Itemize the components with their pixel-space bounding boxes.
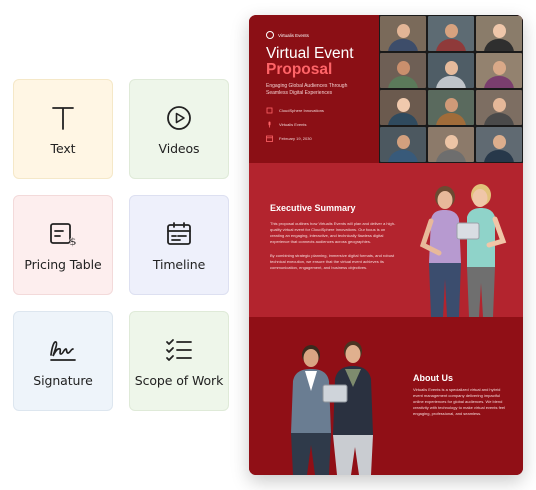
participant-head (492, 23, 506, 38)
proposal-date: February 19, 2030 (279, 136, 312, 141)
brand-name: Virtualis Events (278, 32, 309, 38)
participant-video-tile (380, 90, 426, 125)
calendar-icon (164, 219, 194, 249)
executive-summary-section: Executive Summary This proposal outlines… (249, 163, 523, 317)
participant-head (492, 97, 506, 112)
participant-video-tile (428, 127, 474, 162)
cover-section: Virtualis Events Virtual Event Proposal … (249, 15, 523, 163)
timeline-block-label: Timeline (152, 256, 206, 272)
about-us-title: About Us (413, 373, 453, 383)
participant-video-tile (380, 16, 426, 51)
participant-video-tile (476, 16, 522, 51)
participant-video-tile (476, 127, 522, 162)
participant-head (492, 134, 506, 149)
stage: Text Videos $ Pricing Table Timeline Sig… (0, 0, 536, 490)
company-name: Virtualis Events (279, 122, 307, 127)
proposal-preview: Virtualis Events Virtual Event Proposal … (249, 15, 523, 475)
participant-body (436, 39, 466, 51)
participant-body (436, 150, 466, 162)
participant-body (484, 39, 514, 51)
text-icon (48, 103, 78, 133)
client-name: CloudSphere Innovations (279, 108, 324, 113)
about-us-section: About Us Virtualis Events is a specializ… (249, 317, 523, 475)
participant-head (444, 97, 458, 112)
timeline-block-tile[interactable]: Timeline (129, 195, 229, 295)
calendar-small-icon (266, 135, 273, 142)
microphone-icon (266, 121, 273, 128)
client-info: CloudSphere Innovations (266, 107, 324, 114)
participant-video-tile (476, 53, 522, 88)
participant-body (484, 113, 514, 125)
pricing-table-block-tile[interactable]: $ Pricing Table (13, 195, 113, 295)
executive-summary-paragraph-2: By combining strategic planning, immersi… (270, 253, 395, 270)
checklist-icon (164, 335, 194, 365)
participant-video-tile (380, 127, 426, 162)
signature-block-label: Signature (33, 372, 93, 388)
text-block-label: Text (50, 140, 76, 156)
participant-head (396, 134, 410, 149)
about-us-paragraph: Virtualis Events is a specialized virtua… (413, 387, 506, 416)
scope-of-work-block-tile[interactable]: Scope of Work (129, 311, 229, 411)
participant-body (388, 39, 418, 51)
building-icon (266, 107, 273, 114)
participant-body (484, 76, 514, 88)
participant-body (388, 113, 418, 125)
pricing-table-block-label: Pricing Table (24, 256, 102, 272)
scope-of-work-block-label: Scope of Work (134, 372, 224, 388)
brand-logo-icon (266, 31, 274, 39)
two-women-tablet-photo (419, 184, 507, 317)
executive-summary-paragraph-1: This proposal outlines how Virtualis Eve… (270, 221, 396, 244)
cover-text-area: Virtualis Events Virtual Event Proposal … (249, 15, 379, 163)
text-block-tile[interactable]: Text (13, 79, 113, 179)
participant-head (444, 23, 458, 38)
participant-video-tile (428, 53, 474, 88)
company-info: Virtualis Events (266, 121, 307, 128)
participant-head (396, 23, 410, 38)
participant-body (388, 76, 418, 88)
participant-head (396, 60, 410, 75)
executive-summary-title: Executive Summary (270, 203, 356, 213)
signature-block-tile[interactable]: Signature (13, 311, 113, 411)
participant-video-tile (428, 16, 474, 51)
participant-head (492, 60, 506, 75)
proposal-tagline: Engaging Global Audiences Through Seamle… (266, 83, 348, 96)
participant-video-tile (428, 90, 474, 125)
videos-block-tile[interactable]: Videos (129, 79, 229, 179)
videos-block-label: Videos (158, 140, 200, 156)
pricing-table-icon: $ (48, 219, 78, 249)
svg-text:$: $ (69, 235, 77, 247)
play-circle-icon (164, 103, 194, 133)
participant-head (444, 134, 458, 149)
participant-body (484, 150, 514, 162)
brand: Virtualis Events (266, 31, 309, 39)
participant-video-tile (380, 53, 426, 88)
signature-icon (48, 335, 78, 365)
date-info: February 19, 2030 (266, 135, 312, 142)
participant-head (396, 97, 410, 112)
participant-body (436, 76, 466, 88)
video-call-grid-image (379, 15, 523, 163)
participant-head (444, 60, 458, 75)
participant-video-tile (476, 90, 522, 125)
participant-body (436, 113, 466, 125)
participant-body (388, 150, 418, 162)
proposal-title-line2: Proposal (266, 61, 333, 78)
two-men-tablet-photo (291, 341, 373, 475)
